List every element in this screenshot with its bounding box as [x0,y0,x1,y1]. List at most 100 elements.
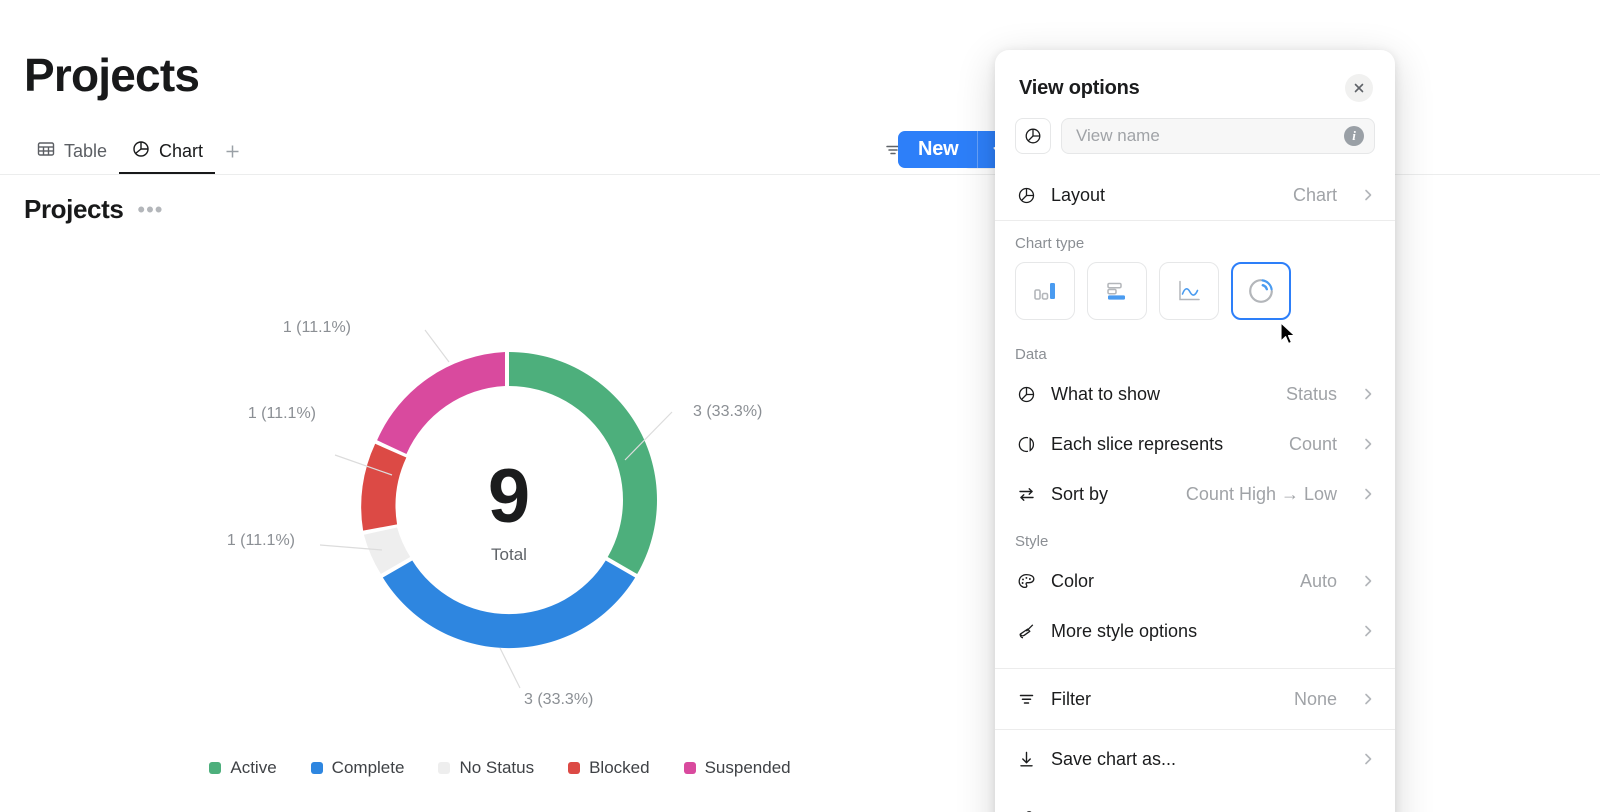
line-chart-icon[interactable] [1159,262,1219,320]
chevron-right-icon [1361,387,1375,401]
panel-title: View options [1019,76,1140,99]
legend-label-blocked: Blocked [589,758,650,777]
slice-complete[interactable] [382,560,636,649]
add-view-button[interactable] [215,128,249,174]
column-chart-icon[interactable] [1015,262,1075,320]
donut-total-label: Total [491,545,527,564]
chart-type-section-label: Chart type [1015,235,1085,252]
app-page: Projects Table Chart New Projects ••• 3 … [0,0,1600,812]
layout-label: Layout [1051,184,1106,205]
slice-label-no-status: 1 (11.1%) [227,532,295,549]
download-icon [1015,749,1037,770]
chevron-right-icon [1361,487,1375,501]
page-title: Projects [24,49,200,101]
legend-swatch-no-status [438,762,451,774]
tab-table-label: Table [64,140,108,161]
chart-legend: Active Complete No Status Blocked Suspen… [0,758,1000,778]
slice-label-complete: 3 (33.3%) [524,691,593,708]
view-tabbar: Table Chart [24,128,249,174]
pie-chart-icon [131,139,151,164]
pie-slice-icon [1015,434,1037,455]
tab-table[interactable]: Table [24,128,119,174]
bar-chart-icon[interactable] [1087,262,1147,320]
tab-chart[interactable]: Chart [119,128,216,174]
chart-heading: Projects ••• [24,194,164,225]
slice-active[interactable] [509,352,657,574]
filter-value: None [1293,688,1337,709]
view-options-panel: View options i [995,50,1395,812]
link-icon [1015,807,1037,812]
legend-label-no-status: No Status [459,758,535,777]
info-icon[interactable]: i [1344,126,1364,146]
sort-arrows-icon [1015,484,1037,505]
chevron-right-icon [1361,752,1375,766]
table-icon [36,139,56,164]
each-slice-represents-row[interactable]: Each slice represents Count [995,419,1395,469]
view-name-field-wrap: i [1061,118,1375,154]
slice-label-blocked: 1 (11.1%) [248,405,316,422]
sort-by-label: Sort by [1051,483,1109,504]
legend-item-no-status[interactable]: No Status [438,758,534,778]
legend-label-complete: Complete [331,758,405,777]
style-section-label: Style [1015,533,1049,550]
filter-row[interactable]: Filter None [995,669,1395,729]
new-record-label: New [918,138,959,160]
what-to-show-row[interactable]: What to show Status [995,369,1395,419]
slice-blocked[interactable] [361,443,407,531]
legend-label-active: Active [230,758,277,777]
what-to-show-label: What to show [1051,383,1161,404]
data-section-label: Data [1015,346,1047,363]
donut-chart-svg: 3 (33.3%) 1 (11.1%) 1 (11.1%) 1 (11.1%) … [227,319,763,708]
chevron-right-icon [1361,692,1375,706]
color-label: Color [1051,570,1095,591]
legend-label-suspended: Suspended [704,758,791,777]
filter-icon [1015,689,1037,710]
legend-item-complete[interactable]: Complete [310,758,405,778]
sort-by-row[interactable]: Sort by Count High → Low [995,469,1395,519]
chart-menu-button[interactable]: ••• [137,198,163,220]
layout-row[interactable]: Layout Chart [995,170,1395,220]
legend-swatch-suspended [683,762,696,774]
chart-title: Projects [24,194,124,224]
donut-chart-icon[interactable] [1231,262,1291,320]
palette-icon [1015,571,1037,592]
save-chart-as-row[interactable]: Save chart as... [995,730,1395,788]
slice-suspended[interactable] [377,352,505,454]
pie-chart-icon [1015,185,1037,206]
each-slice-represents-label: Each slice represents [1051,433,1224,454]
layout-value: Chart [1292,184,1337,205]
what-to-show-value: Status [1285,383,1337,404]
panel-header: View options [995,50,1395,112]
slice-label-suspended: 1 (11.1%) [283,319,351,336]
color-row[interactable]: Color Auto [995,556,1395,606]
chevron-right-icon [1361,574,1375,588]
sort-by-value: Count High → Low [1185,483,1337,504]
pie-chart-icon [1015,384,1037,405]
filter-label: Filter [1051,688,1091,709]
donut-chart: 3 (33.3%) 1 (11.1%) 1 (11.1%) 1 (11.1%) … [0,240,1000,800]
legend-swatch-blocked [568,762,581,774]
legend-item-active[interactable]: Active [209,758,277,778]
slice-label-active: 3 (33.3%) [693,403,762,420]
each-slice-represents-value: Count [1288,433,1337,454]
paintbrush-icon [1015,621,1037,642]
view-name-row: i [995,112,1395,170]
view-icon-button[interactable] [1015,118,1051,154]
donut-total-value: 9 [488,454,530,539]
legend-item-blocked[interactable]: Blocked [568,758,650,778]
legend-item-suspended[interactable]: Suspended [683,758,791,778]
partial-bottom-row[interactable] [995,788,1395,812]
chart-type-options [995,258,1395,332]
tab-chart-label: Chart [159,140,204,161]
view-name-input[interactable] [1076,126,1338,146]
color-value: Auto [1299,570,1337,591]
legend-swatch-complete [310,762,323,774]
chevron-right-icon [1361,624,1375,638]
chevron-right-icon [1361,188,1375,202]
save-chart-as-label: Save chart as... [1051,748,1177,769]
chevron-right-icon [1361,437,1375,451]
more-style-options-row[interactable]: More style options [995,606,1395,656]
close-icon[interactable] [1345,74,1373,102]
legend-swatch-active [209,762,222,774]
more-style-options-label: More style options [1051,620,1198,641]
